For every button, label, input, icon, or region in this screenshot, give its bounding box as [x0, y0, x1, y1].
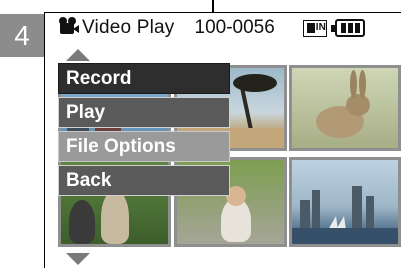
- memory-card-icon: IN: [302, 19, 327, 37]
- menu-item-record[interactable]: Record: [58, 63, 230, 94]
- battery-icon: [330, 19, 365, 37]
- memory-label: IN: [315, 21, 326, 33]
- menu-item-back[interactable]: Back: [58, 165, 230, 196]
- mode-title: Video Play: [82, 17, 175, 38]
- title-bar: Video Play 100-0056 IN: [56, 14, 401, 42]
- step-number-badge: 4: [0, 14, 44, 57]
- thumbnail-6[interactable]: [289, 157, 401, 247]
- menu-item-file-options[interactable]: File Options: [58, 131, 230, 162]
- scroll-down-arrow-icon[interactable]: [66, 253, 90, 265]
- video-play-icon: [56, 17, 80, 39]
- scroll-up-arrow-icon[interactable]: [66, 49, 90, 61]
- playback-menu: Record Play File Options Back: [58, 63, 230, 199]
- menu-item-play[interactable]: Play: [58, 97, 230, 128]
- thumbnail-3[interactable]: [289, 65, 401, 151]
- file-number: 100-0056: [194, 17, 275, 38]
